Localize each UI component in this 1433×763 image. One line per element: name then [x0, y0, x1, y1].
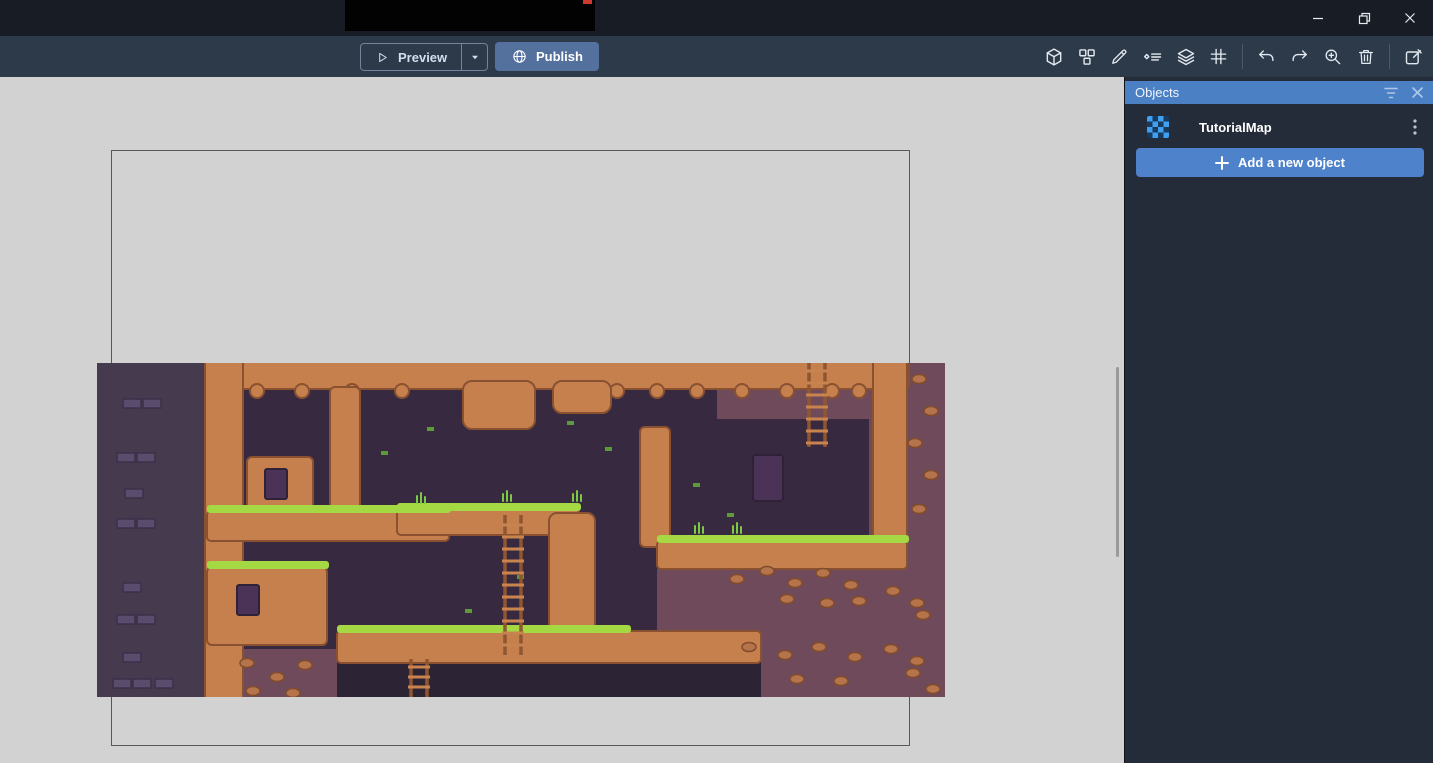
grid-button[interactable]: [1205, 43, 1232, 70]
tilemap-checker-icon: [1147, 116, 1169, 138]
trash-icon: [1357, 48, 1375, 66]
objects-panel: Objects: [1124, 77, 1433, 763]
close-icon: [1404, 12, 1416, 24]
objects-panel-header: Objects: [1125, 81, 1433, 104]
open-objects-button[interactable]: [1040, 43, 1067, 70]
play-icon: [375, 50, 390, 65]
preview-button[interactable]: Preview: [361, 44, 461, 70]
minimize-button[interactable]: [1295, 0, 1341, 36]
scene-properties-icon: [1404, 47, 1424, 67]
filter-icon: [1384, 87, 1398, 99]
panel-close-icon: [1412, 87, 1423, 98]
tilemap-graphic: [97, 363, 945, 697]
objects-filter-button[interactable]: [1384, 87, 1398, 99]
main-toolbar: Preview Publish: [0, 36, 1433, 77]
preview-dropdown-button[interactable]: [461, 44, 487, 70]
add-object-button[interactable]: Add a new object: [1136, 148, 1424, 177]
titlebar: [0, 0, 1433, 36]
scene-properties-button[interactable]: [1400, 43, 1427, 70]
restore-button[interactable]: [1341, 0, 1387, 36]
redo-button[interactable]: [1286, 43, 1313, 70]
delete-button[interactable]: [1352, 43, 1379, 70]
zoom-icon: [1323, 47, 1342, 66]
open-properties-button[interactable]: [1106, 43, 1133, 70]
preview-button-group: Preview: [360, 43, 488, 71]
plus-icon: [1215, 156, 1229, 170]
globe-icon: [511, 48, 528, 65]
open-groups-button[interactable]: [1073, 43, 1100, 70]
minimize-icon: [1312, 12, 1324, 24]
objects-panel-close-button[interactable]: [1412, 87, 1423, 98]
kebab-menu-icon: [1413, 119, 1417, 135]
toolbar-icon-group: [1040, 36, 1427, 77]
instances-list-icon: [1143, 47, 1163, 67]
publish-button-label: Publish: [536, 49, 583, 64]
tilemap-instance[interactable]: [97, 363, 945, 697]
objects-panel-title: Objects: [1125, 85, 1179, 100]
object-name-label: TutorialMap: [1199, 120, 1272, 135]
record-indicator: [583, 0, 592, 4]
close-button[interactable]: [1387, 0, 1433, 36]
zoom-button[interactable]: [1319, 43, 1346, 70]
title-tab: [345, 0, 595, 31]
object-list-item[interactable]: TutorialMap: [1125, 112, 1433, 142]
window-controls: [1295, 0, 1433, 36]
open-instances-button[interactable]: [1139, 43, 1166, 70]
redo-icon: [1290, 47, 1309, 66]
preview-button-label: Preview: [398, 50, 447, 65]
edit-pencil-icon: [1110, 47, 1129, 66]
publish-button[interactable]: Publish: [495, 42, 599, 71]
add-object-button-label: Add a new object: [1238, 155, 1345, 170]
object-groups-icon: [1077, 47, 1097, 67]
workspace: Objects: [0, 77, 1433, 763]
undo-button[interactable]: [1253, 43, 1280, 70]
undo-icon: [1257, 47, 1276, 66]
open-layers-button[interactable]: [1172, 43, 1199, 70]
object-menu-button[interactable]: [1411, 117, 1419, 137]
toolbar-separator: [1242, 44, 1243, 69]
toolbar-separator: [1389, 44, 1390, 69]
grid-icon: [1209, 47, 1228, 66]
canvas-vertical-scrollbar[interactable]: [1116, 367, 1119, 557]
layers-icon: [1176, 47, 1196, 67]
objects-cube-icon: [1044, 47, 1064, 67]
restore-icon: [1358, 12, 1371, 25]
caret-down-icon: [469, 51, 481, 63]
scene-editor-canvas[interactable]: [0, 77, 1124, 763]
